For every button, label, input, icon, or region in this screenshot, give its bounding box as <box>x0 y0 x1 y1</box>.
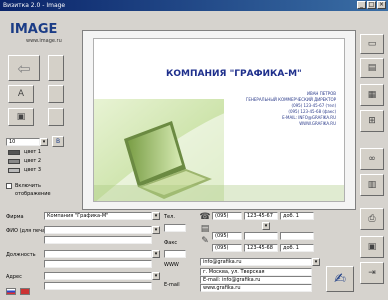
position-input[interactable] <box>44 250 152 258</box>
address-input[interactable] <box>44 272 152 280</box>
person-dropdown[interactable]: ▾ <box>152 226 160 234</box>
position-dropdown[interactable]: ▾ <box>152 250 160 258</box>
email-dropdown[interactable]: ▾ <box>312 258 320 266</box>
person-input[interactable] <box>44 226 152 234</box>
layout-icon: ▦ <box>367 90 377 100</box>
phone-code-input[interactable]: (095) <box>212 212 242 220</box>
color-label-2: цвет 2 <box>24 158 42 164</box>
print-button[interactable]: ⎙ <box>360 208 384 230</box>
fax-number-input[interactable]: 123-45-68 <box>244 244 278 252</box>
phone-number-input-2[interactable] <box>244 232 278 240</box>
phone-ext-input-2[interactable] <box>280 232 314 240</box>
card-line: ИВАН ПЕТРОВ <box>306 91 336 96</box>
business-card[interactable]: КОМПАНИЯ "ГРАФИКА-М" ИВАН ПЕТРОВ ГЕНЕРАЛ… <box>93 38 345 202</box>
tel-label: Тел. <box>164 214 175 220</box>
page-icon: ▭ <box>367 39 377 49</box>
window-title: Визитка 2.0 - Image <box>3 2 66 9</box>
book-icon: ▤ <box>367 63 377 73</box>
display-label: отображение <box>15 191 51 197</box>
image-tool-button[interactable]: ▣ <box>8 108 34 126</box>
language-en-flag-icon[interactable] <box>20 288 30 295</box>
document-icon: ▥ <box>367 180 377 190</box>
text-icon: A <box>17 89 25 99</box>
layout-button[interactable]: ▦ <box>360 84 384 106</box>
language-ru-flag-icon[interactable] <box>6 288 16 295</box>
app-logo: IMAGE www.image.ru <box>6 16 64 50</box>
grid-button[interactable]: ⊞ <box>360 110 384 132</box>
bold-icon: B <box>55 138 61 145</box>
font-size-dropdown[interactable]: ▾ <box>40 138 48 146</box>
color-swatch-2[interactable] <box>8 159 20 164</box>
logo-subtitle: www.image.ru <box>26 38 62 44</box>
new-card-button[interactable]: ▭ <box>360 34 384 54</box>
application-window: Визитка 2.0 - Image _ □ × IMAGE www.imag… <box>0 0 388 300</box>
phone-dropdown[interactable]: ▾ <box>262 222 270 230</box>
color-label-1: цвет 1 <box>24 149 42 155</box>
fax-extra-input[interactable] <box>164 250 186 258</box>
phone-icon: ☎ <box>199 211 211 222</box>
email-input[interactable]: info@grafika.ru <box>200 258 312 266</box>
logo-title: IMAGE <box>10 22 58 37</box>
print-preview-button[interactable]: ▥ <box>360 174 384 196</box>
title-bar: Визитка 2.0 - Image _ □ × <box>0 0 388 11</box>
printer-icon: ⎙ <box>368 214 376 224</box>
enable-checkbox-label: Включить <box>15 183 41 189</box>
company-input[interactable]: Компания "Графика-М" <box>44 212 152 220</box>
web-label: WWW <box>164 262 179 268</box>
phone-ext-input[interactable]: доб. 1 <box>280 212 314 220</box>
minimize-button[interactable]: _ <box>357 1 366 9</box>
color-swatch-1[interactable] <box>8 150 20 155</box>
laptop-illustration <box>94 99 344 201</box>
undo-button[interactable]: ⇦ <box>8 55 40 81</box>
fax-icon: ▤ <box>200 223 210 234</box>
address-label: Адрес <box>6 274 22 280</box>
address-input-2[interactable] <box>44 282 152 290</box>
person-input-2[interactable] <box>44 236 152 244</box>
disk-icon: ▣ <box>367 242 377 252</box>
grid-icon: ⊞ <box>368 116 376 126</box>
tel-extra-input[interactable] <box>164 224 186 232</box>
align-bottom-button[interactable] <box>48 108 64 126</box>
address-line-3[interactable]: www.grafika.ru <box>200 284 312 292</box>
align-middle-button[interactable] <box>48 85 64 103</box>
company-dropdown[interactable]: ▾ <box>152 212 160 220</box>
text-tool-button[interactable]: A <box>8 85 34 103</box>
position-input-2[interactable] <box>44 260 152 268</box>
color-swatch-3[interactable] <box>8 168 20 173</box>
fax-code-input[interactable]: (095) <box>212 244 242 252</box>
zoom-button[interactable]: ∞ <box>360 148 384 170</box>
exit-button[interactable]: ⇥ <box>360 262 384 284</box>
position-label: Должность <box>6 252 36 258</box>
phone-code-input-2[interactable]: (095) <box>212 232 242 240</box>
arrow-left-icon: ⇦ <box>17 58 31 78</box>
address-dropdown[interactable]: ▾ <box>152 272 160 280</box>
picture-icon: ▣ <box>16 112 26 122</box>
glasses-icon: ∞ <box>368 154 376 164</box>
open-button[interactable]: ▤ <box>360 58 384 78</box>
save-button[interactable]: ▣ <box>360 236 384 258</box>
phone-number-input[interactable]: 123-45-67 <box>244 212 278 220</box>
align-top-button[interactable] <box>48 55 64 81</box>
apply-button[interactable]: ✍ <box>326 266 354 292</box>
bold-button[interactable]: B <box>52 136 64 147</box>
pen-icon: ✎ <box>201 235 209 246</box>
company-label: Фирма <box>6 214 24 220</box>
font-size-input[interactable]: 10 <box>6 138 40 146</box>
card-company-name: КОМПАНИЯ "ГРАФИКА-М" <box>166 69 302 79</box>
fax-label: Факс <box>164 240 178 246</box>
address-line-2[interactable]: E-mail: info@grafika.ru <box>200 276 312 284</box>
address-line-1[interactable]: г. Москва, ул. Тверская <box>200 268 312 276</box>
window-controls: _ □ × <box>357 1 386 9</box>
maximize-button[interactable]: □ <box>367 1 376 9</box>
color-label-3: цвет 3 <box>24 167 42 173</box>
fax-ext-input[interactable]: доб. 1 <box>280 244 314 252</box>
close-button[interactable]: × <box>377 1 386 9</box>
enable-checkbox[interactable] <box>6 183 12 189</box>
edit-card-icon: ✍ <box>334 271 346 287</box>
door-icon: ⇥ <box>368 268 376 278</box>
mail-label: E-mail <box>164 282 180 288</box>
